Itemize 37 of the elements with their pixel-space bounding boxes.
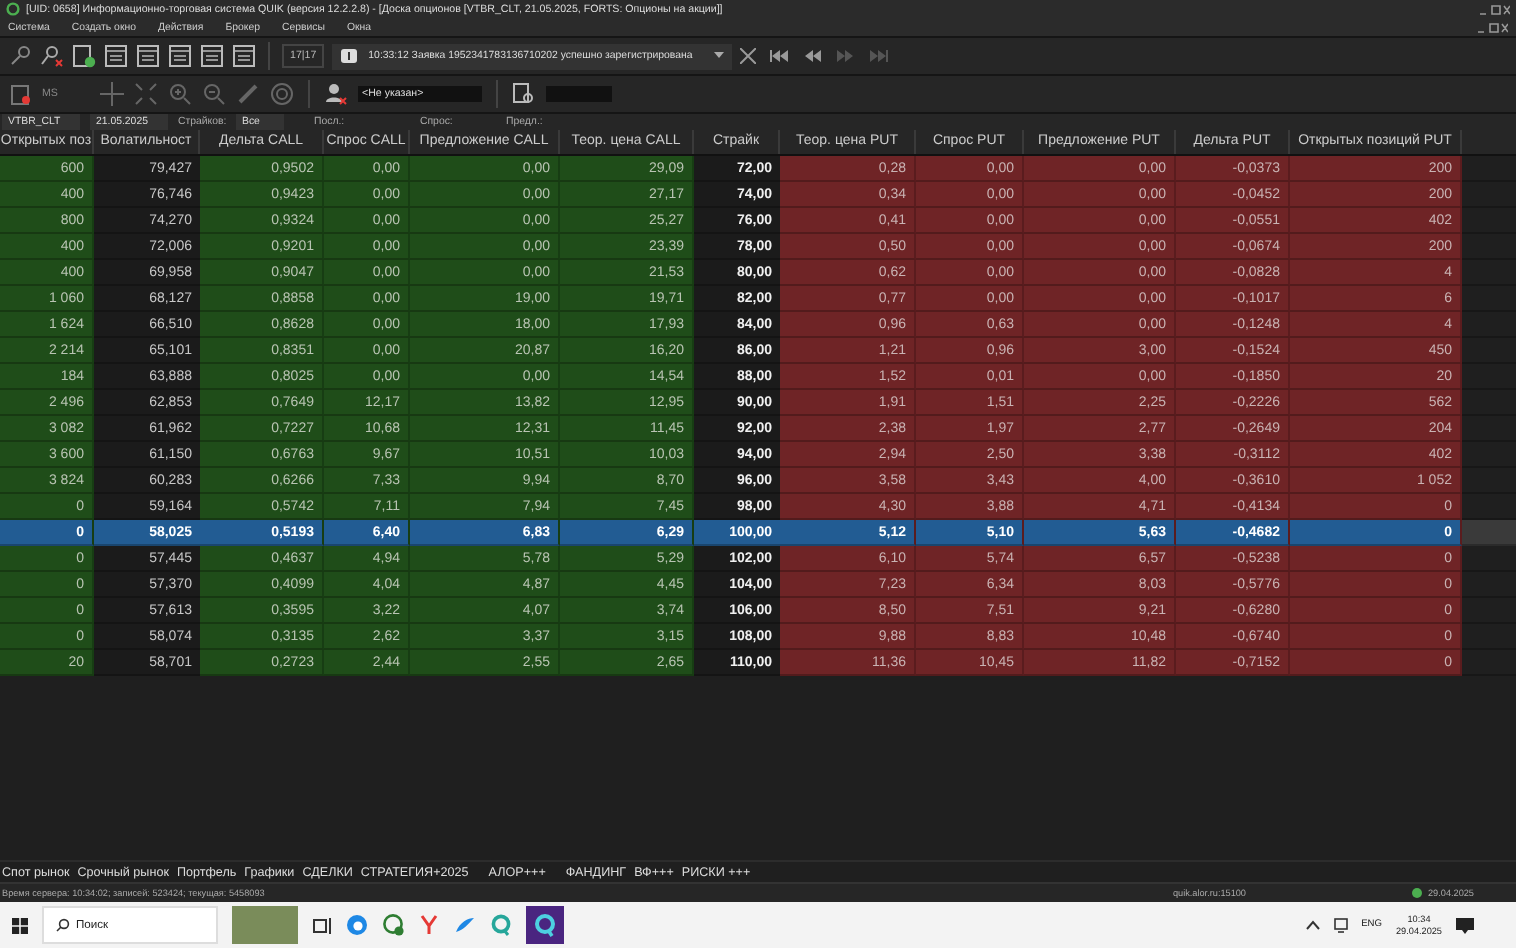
- zoom-out-icon[interactable]: [202, 82, 226, 106]
- window-icon[interactable]: [168, 44, 192, 68]
- windows-logo-icon[interactable]: [12, 917, 28, 933]
- photo-placeholder: [232, 906, 298, 944]
- close-icon[interactable]: [740, 48, 757, 64]
- window-controls-icon[interactable]: [1478, 3, 1510, 15]
- info-icon: [340, 47, 359, 65]
- skip-back-icon[interactable]: [770, 50, 791, 62]
- window-icon[interactable]: [104, 44, 128, 68]
- monitor-icon[interactable]: [1333, 917, 1348, 933]
- ring-icon[interactable]: [526, 906, 564, 944]
- app-logo-icon: [6, 2, 20, 16]
- pencil-icon[interactable]: [236, 82, 260, 106]
- crosshair-icon[interactable]: [100, 82, 124, 106]
- notification-icon[interactable]: [1456, 917, 1474, 933]
- caret-up-icon[interactable]: [1305, 920, 1320, 930]
- search-icon: [56, 918, 70, 932]
- rewind-icon[interactable]: [804, 50, 823, 62]
- window-controls-icon[interactable]: [1476, 21, 1508, 33]
- task-view-icon[interactable]: [312, 917, 332, 933]
- connection-dot-icon: [1412, 888, 1422, 898]
- caret-icon: [714, 52, 725, 60]
- window-icon[interactable]: [136, 44, 160, 68]
- chat-icon[interactable]: [382, 914, 404, 936]
- document-add-icon[interactable]: [72, 44, 96, 68]
- document-search-icon[interactable]: [512, 82, 536, 106]
- wave-icon[interactable]: [454, 914, 476, 936]
- window-icon[interactable]: [232, 44, 256, 68]
- window-icon[interactable]: [200, 44, 224, 68]
- ring-icon[interactable]: [490, 914, 512, 936]
- letter-y-icon[interactable]: [418, 914, 440, 936]
- zoom-in-icon[interactable]: [168, 82, 192, 106]
- browser-icon[interactable]: [346, 914, 368, 936]
- expand-icon[interactable]: [134, 82, 158, 106]
- user-icon[interactable]: [324, 82, 348, 106]
- chart-settings-icon[interactable]: [8, 82, 32, 106]
- target-icon[interactable]: [270, 82, 294, 106]
